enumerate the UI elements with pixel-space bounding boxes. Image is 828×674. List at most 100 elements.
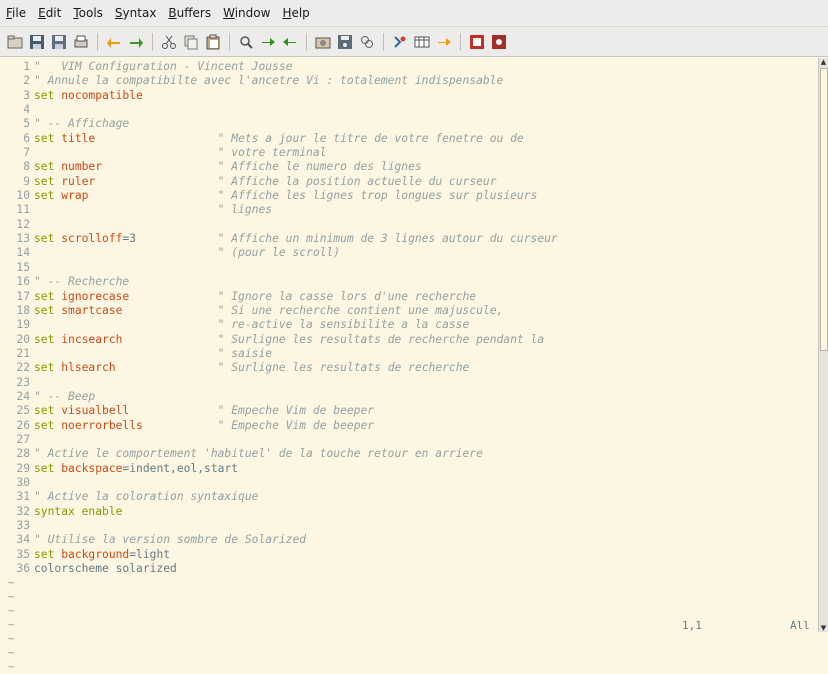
code-line[interactable]: 28 " Active le comportement 'habituel' de… <box>0 447 558 461</box>
code-lines[interactable]: 1 " █ VIM Configuration - Vincent Jousse 2… <box>0 60 558 576</box>
code-line[interactable]: 32 syntax enable <box>0 505 558 519</box>
vertical-scrollbar[interactable]: ▲ ▼ <box>818 58 828 632</box>
line-number: 12 <box>16 217 30 231</box>
code-line[interactable]: 36 colorscheme solarized <box>0 562 558 576</box>
code-line[interactable]: 16 " -- Recherche <box>0 275 558 289</box>
line-number: 4 <box>23 103 30 117</box>
code-line[interactable]: 7 " votre terminal <box>0 146 558 160</box>
token: set <box>34 289 55 303</box>
code-line[interactable]: 34 " Utilise la version sombre de Solariz… <box>0 533 558 547</box>
code-line[interactable]: 15 <box>0 261 558 275</box>
code-line[interactable]: 21 " saisie <box>0 347 558 361</box>
find-help-icon[interactable] <box>488 31 510 53</box>
line-number: 20 <box>16 332 30 346</box>
code-line[interactable]: 23 <box>0 376 558 390</box>
save-all-icon[interactable] <box>48 31 70 53</box>
token: " Ignore la casse lors d'une recherche <box>217 289 477 303</box>
toolbar-separator <box>97 32 98 51</box>
find-next-icon[interactable] <box>257 31 279 53</box>
code-line[interactable]: 33 <box>0 519 558 533</box>
line-text: set visualbell " Empeche Vim de beeper <box>34 404 374 418</box>
menu-tools[interactable]: Tools <box>67 0 109 26</box>
code-line[interactable]: 31 " Active la coloration syntaxique <box>0 490 558 504</box>
scrollbar-thumb[interactable] <box>820 68 828 351</box>
code-line[interactable]: 29 set backspace=indent,eol,start <box>0 462 558 476</box>
line-number: 18 <box>16 303 30 317</box>
code-line[interactable]: 17 set ignorecase " Ignore la casse lors … <box>0 290 558 304</box>
code-line[interactable]: 10 set wrap " Affiche les lignes trop lon… <box>0 189 558 203</box>
token: incsearch <box>61 332 123 346</box>
token: =indent,eol,start <box>122 461 239 475</box>
line-text: " saisie <box>34 347 272 361</box>
cut-icon[interactable] <box>158 31 180 53</box>
redo-icon[interactable] <box>125 31 147 53</box>
code-line[interactable]: 11 " lignes <box>0 203 558 217</box>
code-line[interactable]: 25 set visualbell " Empeche Vim de beeper <box>0 404 558 418</box>
find-prev-icon[interactable] <box>279 31 301 53</box>
code-line[interactable]: 4 <box>0 103 558 117</box>
token: VIM Configuration - Vincent Jousse <box>54 60 293 73</box>
code-line[interactable]: 5 " -- Affichage <box>0 117 558 131</box>
code-line[interactable]: 8 set number " Affiche le numero des lign… <box>0 160 558 174</box>
token: set <box>34 160 55 174</box>
scroll-down-arrow-icon[interactable]: ▼ <box>819 624 828 632</box>
help-icon[interactable] <box>466 31 488 53</box>
line-text: set smartcase " Si une recherche contien… <box>34 304 503 318</box>
replace-icon[interactable] <box>235 31 257 53</box>
print-icon[interactable] <box>70 31 92 53</box>
line-number: 36 <box>16 562 30 576</box>
line-number: 34 <box>16 533 30 547</box>
code-line[interactable]: 3 set nocompatible <box>0 89 558 103</box>
menu-edit[interactable]: Edit <box>32 0 67 26</box>
scroll-up-arrow-icon[interactable]: ▲ <box>819 58 828 66</box>
code-line[interactable]: 22 set hlsearch " Surligne les resultats … <box>0 361 558 375</box>
code-line[interactable]: 24 " -- Beep <box>0 390 558 404</box>
code-line[interactable]: 27 <box>0 433 558 447</box>
tag-jump-icon[interactable] <box>433 31 455 53</box>
code-line[interactable]: 1 " █ VIM Configuration - Vincent Jousse <box>0 60 558 74</box>
code-line[interactable]: 2 " Annule la compatibilte avec l'ancetre… <box>0 74 558 88</box>
line-text: " lignes <box>34 203 272 217</box>
line-number: 26 <box>16 418 30 432</box>
paste-icon[interactable] <box>202 31 224 53</box>
code-line[interactable]: 30 <box>0 476 558 490</box>
code-line[interactable]: 18 set smartcase " Si une recherche conti… <box>0 304 558 318</box>
token: colorscheme solarized <box>34 562 177 576</box>
undo-icon[interactable] <box>103 31 125 53</box>
copy-icon[interactable] <box>180 31 202 53</box>
shell-icon[interactable] <box>411 31 433 53</box>
token: " Empeche Vim de beeper <box>217 404 375 418</box>
open-icon[interactable] <box>4 31 26 53</box>
code-line[interactable]: 12 <box>0 218 558 232</box>
token: title <box>61 131 96 145</box>
make-icon[interactable] <box>389 31 411 53</box>
token: nocompatible <box>61 88 143 102</box>
code-line[interactable]: 13 set scrolloff=3 " Affiche un minimum d… <box>0 232 557 246</box>
code-line[interactable]: 35 set background=light <box>0 548 558 562</box>
editor-area[interactable]: 1 " █ VIM Configuration - Vincent Jousse 2… <box>0 58 818 673</box>
save-session-icon[interactable] <box>334 31 356 53</box>
line-number: 25 <box>16 404 30 418</box>
code-line[interactable]: 19 " re-active la sensibilite a la casse <box>0 318 558 332</box>
code-line[interactable]: 6 set title " Mets a jour le titre de vot… <box>0 132 558 146</box>
run-script-icon[interactable] <box>356 31 378 53</box>
menu-syntax[interactable]: Syntax <box>109 0 163 26</box>
save-icon[interactable] <box>26 31 48 53</box>
code-line[interactable]: 14 " (pour le scroll) <box>0 246 558 260</box>
token: set <box>34 131 55 145</box>
code-line[interactable]: 9 set ruler " Affiche la position actuell… <box>0 175 558 189</box>
menu-buffers[interactable]: Buffers <box>162 0 217 26</box>
menu-file[interactable]: File <box>0 0 32 26</box>
menu-window[interactable]: Window <box>217 0 276 26</box>
menu-help[interactable]: Help <box>276 0 315 26</box>
code-line[interactable]: 20 set incsearch " Surligne les resultats… <box>0 333 558 347</box>
load-session-icon[interactable] <box>312 31 334 53</box>
token: smartcase <box>61 303 123 317</box>
code-line[interactable]: 26 set noerrorbells " Empeche Vim de beep… <box>0 419 558 433</box>
